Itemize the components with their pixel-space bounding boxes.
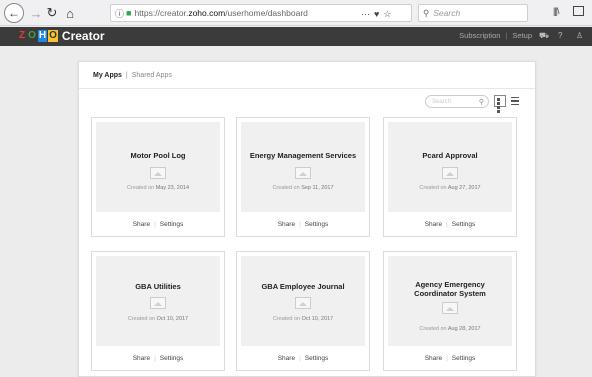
app-card-preview[interactable]: Pcard Approval Created on Aug 27, 2017 <box>388 122 512 212</box>
info-icon[interactable]: ⓘ <box>115 7 124 20</box>
logo-letter-z: Z <box>19 30 26 41</box>
created-date: Created on May 23, 2014 <box>126 185 190 191</box>
browser-toolbar: ← → ↻ ⌂ ⓘ ■ https://creator. zoho.com/use… <box>0 0 592 26</box>
tab-my-apps[interactable]: My Apps <box>93 72 122 79</box>
app-card-preview[interactable]: Energy Management Services Created on Se… <box>241 122 365 212</box>
app-card-energy-management-services[interactable]: Energy Management Services Created on Se… <box>236 117 370 237</box>
app-title[interactable]: GBA Employee Journal <box>241 282 365 291</box>
share-link[interactable]: Share <box>278 221 295 228</box>
image-placeholder-icon <box>295 167 311 179</box>
logo-letter-h: H <box>37 30 48 42</box>
share-link[interactable]: Share <box>133 355 150 362</box>
app-card-preview[interactable]: Motor Pool Log Created on May 23, 2014 <box>96 122 220 212</box>
sidebar-icon[interactable] <box>573 6 584 16</box>
settings-link[interactable]: Settings <box>305 355 329 362</box>
pocket-icon[interactable]: ♥ <box>374 9 379 19</box>
subscription-link[interactable]: Subscription <box>459 31 500 40</box>
url-path: /userhome/dashboard <box>225 8 308 18</box>
lock-icon: ■ <box>126 8 132 18</box>
apps-panel: My Apps | Shared Apps Search ⚲ Motor Poo… <box>78 61 536 377</box>
app-search-placeholder: Search <box>432 98 452 105</box>
share-link[interactable]: Share <box>425 355 442 362</box>
share-link[interactable]: Share <box>425 221 442 228</box>
settings-link[interactable]: Settings <box>452 221 476 228</box>
app-card-gba-utilities[interactable]: GBA Utilities Created on Oct 10, 2017 Sh… <box>91 251 225 371</box>
settings-link[interactable]: Settings <box>305 221 329 228</box>
settings-link[interactable]: Settings <box>160 355 184 362</box>
app-title[interactable]: Agency Emergency Coordinator System <box>388 280 512 298</box>
search-icon[interactable]: ⚲ <box>479 98 484 106</box>
created-date: Created on Oct 10, 2017 <box>272 316 334 322</box>
app-header: Z O H O Creator Subscription | Setup ⛟ ?… <box>0 27 592 46</box>
app-title[interactable]: Motor Pool Log <box>96 151 220 160</box>
app-title[interactable]: GBA Utilities <box>96 282 220 291</box>
back-icon[interactable]: ← <box>4 3 24 23</box>
created-date: Created on Aug 27, 2017 <box>419 185 481 191</box>
browser-search-input[interactable]: ⚲ Search <box>418 4 528 22</box>
cart-icon[interactable]: ⛟ <box>539 31 549 41</box>
home-icon[interactable]: ⌂ <box>60 3 80 23</box>
created-date: Created on Aug 28, 2017 <box>419 326 481 332</box>
tab-separator: | <box>125 72 128 79</box>
card-actions: Share | Settings <box>132 221 184 228</box>
settings-link[interactable]: Settings <box>160 221 184 228</box>
app-title[interactable]: Energy Management Services <box>241 151 365 160</box>
app-card-preview[interactable]: GBA Employee Journal Created on Oct 10, … <box>241 256 365 346</box>
card-actions: Share | Settings <box>277 221 329 228</box>
app-card-motor-pool-log[interactable]: Motor Pool Log Created on May 23, 2014 S… <box>91 117 225 237</box>
logo-letter-o-2: O <box>48 30 58 42</box>
app-card-pcard-approval[interactable]: Pcard Approval Created on Aug 27, 2017 S… <box>383 117 517 237</box>
app-tabs: My Apps | Shared Apps <box>93 72 172 79</box>
share-link[interactable]: Share <box>278 355 295 362</box>
help-icon[interactable]: ? <box>558 31 562 40</box>
image-placeholder-icon <box>442 167 458 179</box>
created-date: Created on Sep 11, 2017 <box>272 185 334 191</box>
app-name: Creator <box>61 29 105 43</box>
card-actions: Share | Settings <box>132 355 184 362</box>
logo-letter-o: O <box>28 30 36 41</box>
app-search-input[interactable]: Search ⚲ <box>425 95 489 108</box>
app-card-preview[interactable]: Agency Emergency Coordinator System Crea… <box>388 256 512 346</box>
card-actions: Share | Settings <box>277 355 329 362</box>
settings-link[interactable]: Settings <box>452 355 476 362</box>
image-placeholder-icon <box>150 297 166 309</box>
list-view-icon[interactable] <box>509 95 521 107</box>
header-separator: | <box>505 31 508 40</box>
tab-shared-apps[interactable]: Shared Apps <box>132 72 172 79</box>
bookmark-icon[interactable]: ☆ <box>383 9 391 20</box>
setup-link[interactable]: Setup <box>512 31 532 40</box>
browser-search-placeholder: Search <box>433 8 461 18</box>
card-actions: Share | Settings <box>424 355 476 362</box>
search-icon: ⚲ <box>423 7 430 18</box>
card-actions: Share | Settings <box>424 221 476 228</box>
app-title[interactable]: Pcard Approval <box>388 151 512 160</box>
created-date: Created on Oct 10, 2017 <box>127 316 189 322</box>
app-card-gba-employee-journal[interactable]: GBA Employee Journal Created on Oct 10, … <box>236 251 370 371</box>
zoho-creator-logo[interactable]: Z O H O Creator <box>18 29 105 43</box>
share-link[interactable]: Share <box>133 221 150 228</box>
reload-icon[interactable]: ↻ <box>42 3 62 23</box>
panel-divider <box>79 88 535 89</box>
url-prefix: https://creator. <box>134 8 189 18</box>
user-icon[interactable]: ♙ <box>576 31 583 40</box>
library-icon[interactable]: |||\ <box>553 6 559 16</box>
image-placeholder-icon <box>295 297 311 309</box>
grid-view-icon[interactable] <box>494 95 506 113</box>
more-icon[interactable]: ··· <box>361 9 370 19</box>
image-placeholder-icon <box>442 302 458 314</box>
app-card-agency-emergency-coordinator-system[interactable]: Agency Emergency Coordinator System Crea… <box>383 251 517 371</box>
app-card-preview[interactable]: GBA Utilities Created on Oct 10, 2017 <box>96 256 220 346</box>
url-host: zoho.com <box>188 8 226 18</box>
url-bar[interactable]: ⓘ ■ https://creator. zoho.com/userhome/da… <box>110 4 412 22</box>
image-placeholder-icon <box>150 167 166 179</box>
